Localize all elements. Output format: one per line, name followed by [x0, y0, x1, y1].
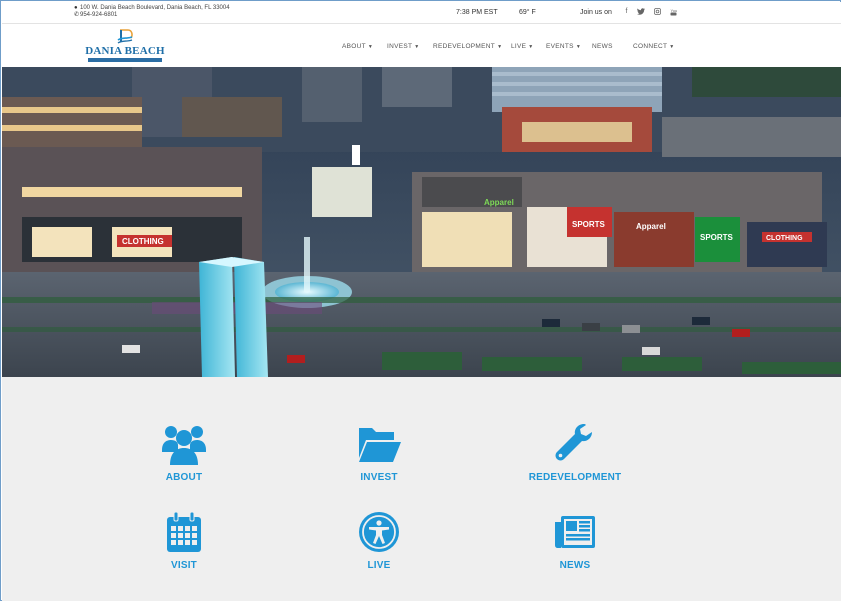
caret-down-icon: ▼ [414, 44, 420, 50]
caret-down-icon: ▼ [528, 44, 534, 50]
hero-illustration: CLOTHING Apparel SPORTS Apparel SPORTS C… [2, 67, 841, 377]
feature-tiles: ABOUT INVEST REDEVELOPMENT VISIT LIVE NE… [2, 377, 841, 601]
nav-label: NEWS [592, 43, 613, 50]
nav-label: REDEVELOPMENT [433, 43, 496, 50]
nav-label: INVEST [387, 43, 413, 50]
logo-mark-icon [117, 29, 133, 44]
calendar-icon [167, 511, 201, 552]
dania-beach-logo[interactable]: DANIA BEACH [82, 28, 168, 64]
folder-open-icon [359, 428, 401, 462]
hero-image: CLOTHING Apparel SPORTS Apparel SPORTS C… [2, 67, 841, 377]
phone-text[interactable]: 954-924-6801 [80, 12, 117, 18]
nav-events[interactable]: EVENTS ▼ [546, 43, 581, 50]
current-temperature: 69° F [519, 9, 536, 16]
hero-sign-clothing: CLOTHING [122, 237, 164, 246]
facebook-icon[interactable]: f [622, 8, 631, 15]
accessibility-icon [359, 512, 399, 552]
nav-news[interactable]: NEWS [592, 43, 613, 50]
nav-label: CONNECT [633, 43, 668, 50]
tile-label: INVEST [360, 472, 398, 483]
site-header: DANIA BEACH ABOUT ▼ INVEST ▼ REDEVELOPMENT… [2, 24, 841, 67]
hero-sign-sports-1: SPORTS [572, 220, 606, 229]
nav-label: LIVE [511, 43, 527, 50]
join-us-label: Join us on [580, 9, 612, 16]
nav-live[interactable]: LIVE ▼ [511, 43, 534, 50]
hero-sign-sports-2: SPORTS [700, 233, 734, 242]
caret-down-icon: ▼ [575, 44, 582, 50]
tile-label: LIVE [367, 560, 391, 571]
tile-about[interactable]: ABOUT [124, 422, 244, 502]
tile-redevelopment[interactable]: REDEVELOPMENT [515, 422, 635, 502]
tile-news[interactable]: NEWS [515, 510, 635, 590]
users-icon [162, 426, 206, 465]
caret-down-icon: ▼ [497, 44, 503, 50]
tile-label: REDEVELOPMENT [528, 472, 622, 483]
caret-down-icon: ▼ [367, 44, 374, 50]
nav-label: ABOUT [342, 43, 366, 50]
tile-live[interactable]: LIVE [319, 510, 439, 590]
logo-subtitle-bar [88, 58, 162, 62]
tile-label: NEWS [559, 560, 591, 571]
nav-connect[interactable]: CONNECT ▼ [633, 43, 675, 50]
top-info-bar: ● 100 W. Dania Beach Boulevard, Dania Bea… [2, 2, 841, 24]
wrench-icon [555, 424, 592, 461]
hero-sign-apparel-1: Apparel [484, 198, 514, 207]
tile-invest[interactable]: INVEST [319, 422, 439, 502]
hero-sign-clothing-2: CLOTHING [766, 235, 803, 242]
logo-text: DANIA BEACH [85, 45, 165, 57]
tile-visit[interactable]: VISIT [124, 510, 244, 590]
nav-label: EVENTS [546, 43, 574, 50]
youtube-icon[interactable]: You [669, 8, 678, 18]
hero-sign-apparel-2: Apparel [636, 222, 666, 231]
current-time: 7:38 PM EST [456, 9, 498, 16]
caret-down-icon: ▼ [669, 44, 675, 50]
browser-frame: ● 100 W. Dania Beach Boulevard, Dania Bea… [0, 0, 841, 601]
tile-label: VISIT [170, 560, 197, 571]
newspaper-icon [555, 516, 595, 548]
nav-invest[interactable]: INVEST ▼ [387, 43, 420, 50]
tile-label: ABOUT [165, 472, 203, 483]
nav-redevelopment[interactable]: REDEVELOPMENT ▼ [433, 43, 502, 50]
instagram-icon[interactable] [653, 8, 662, 17]
address-text: 100 W. Dania Beach Boulevard, Dania Beac… [80, 5, 230, 11]
svg-text:You: You [671, 8, 678, 13]
contact-info: ● 100 W. Dania Beach Boulevard, Dania Bea… [74, 5, 230, 19]
twitter-icon[interactable] [636, 8, 645, 17]
nav-about[interactable]: ABOUT ▼ [342, 43, 373, 50]
